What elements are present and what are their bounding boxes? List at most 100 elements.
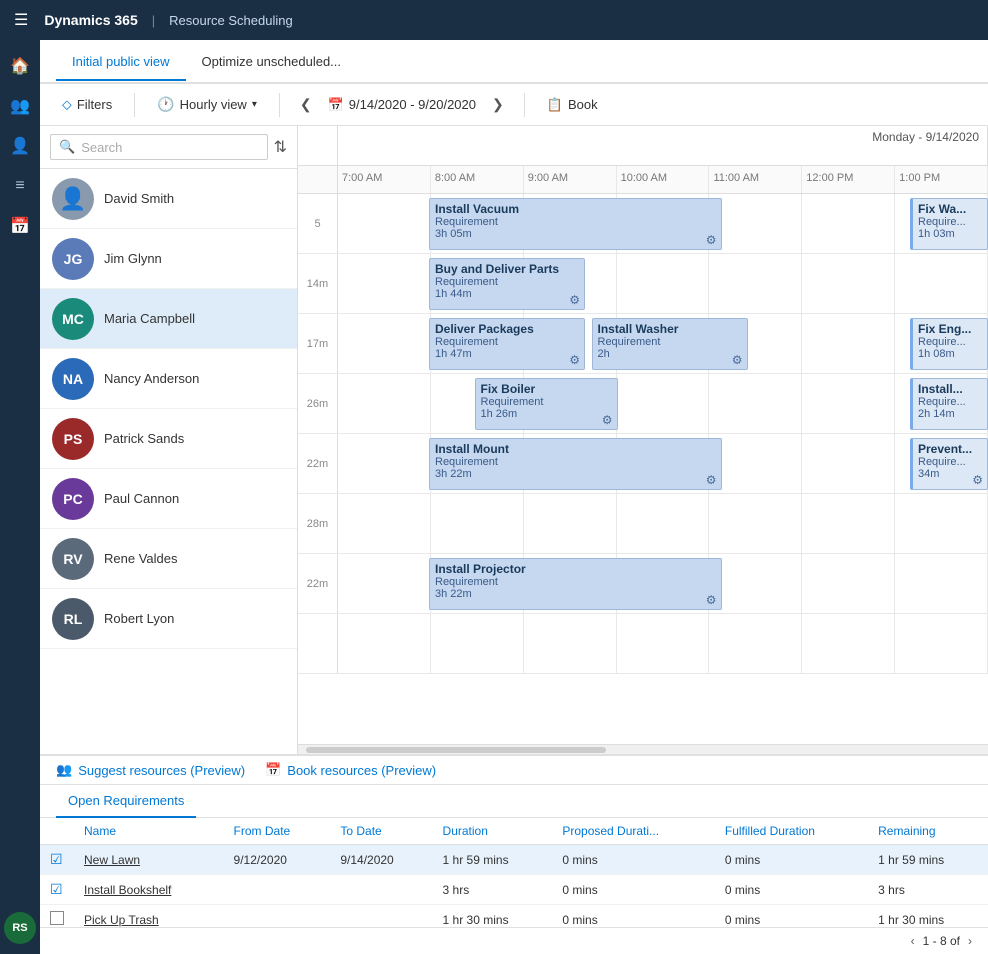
event-duration: 1h 26m <box>481 408 612 420</box>
time-slot-0: 7:00 AM <box>338 166 431 193</box>
col-remaining[interactable]: Remaining <box>868 818 988 845</box>
avatar-ds: 👤 <box>52 178 94 220</box>
resource-item-na[interactable]: NANancy Anderson <box>40 349 297 409</box>
resource-row-rv: 22mInstall ProjectorRequirement3h 22m⚙ <box>298 554 988 614</box>
time-slots-row: 7:00 AM8:00 AM9:00 AM10:00 AM11:00 AM12:… <box>298 166 988 194</box>
book-icon: 📋 <box>547 97 563 113</box>
pagination-next[interactable]: › <box>968 934 972 948</box>
resource-item-ds[interactable]: 👤David Smith <box>40 169 297 229</box>
event-block-6-0[interactable]: Install ProjectorRequirement3h 22m⚙ <box>429 558 722 610</box>
event-type: Requirement <box>435 216 716 228</box>
sidebar-home-icon[interactable]: 🏠 <box>2 48 38 84</box>
resource-item-mc[interactable]: MCMaria Campbell <box>40 289 297 349</box>
event-block-3-1[interactable]: Install...Require...2h 14m <box>910 378 988 430</box>
filters-button[interactable]: ⬦ Filters <box>56 92 118 117</box>
time-slot-2: 9:00 AM <box>524 166 617 193</box>
event-block-4-0[interactable]: Install MountRequirement3h 22m⚙ <box>429 438 722 490</box>
row-checkbox[interactable]: ☑ <box>40 845 74 875</box>
row-name[interactable]: New Lawn <box>74 845 224 875</box>
resource-item-ps[interactable]: PSPatrick Sands <box>40 409 297 469</box>
event-block-2-0[interactable]: Deliver PackagesRequirement1h 47m⚙ <box>429 318 585 370</box>
row-checkbox[interactable] <box>40 905 74 928</box>
suggest-resources-button[interactable]: 👥 Suggest resources (Preview) <box>56 762 245 778</box>
row-fromDate: 9/12/2020 <box>224 845 331 875</box>
tab-open-requirements[interactable]: Open Requirements <box>56 785 196 818</box>
book-label: Book <box>568 97 598 112</box>
time-slot-4: 11:00 AM <box>709 166 802 193</box>
resource-name-na: Nancy Anderson <box>104 371 199 386</box>
sidebar-list-icon[interactable]: ≡ <box>2 168 38 204</box>
date-nav: ❮ 📅 9/14/2020 - 9/20/2020 ❯ <box>296 93 508 117</box>
cell-pc-6 <box>895 494 988 553</box>
nav-separator: | <box>152 13 155 28</box>
date-range-label: 9/14/2020 - 9/20/2020 <box>349 97 476 112</box>
resource-item-rl[interactable]: RLRobert Lyon <box>40 589 297 649</box>
sidebar-calendar-icon[interactable]: 📅 <box>2 208 38 244</box>
scroll-thumb <box>306 747 606 753</box>
col-duration[interactable]: Duration <box>433 818 553 845</box>
book-button[interactable]: 📋 Book <box>541 93 604 117</box>
col-name[interactable]: Name <box>74 818 224 845</box>
resource-item-pc[interactable]: PCPaul Cannon <box>40 469 297 529</box>
event-duration: 1h 47m <box>435 348 579 360</box>
event-block-2-2[interactable]: Fix Eng...Require...1h 08m <box>910 318 988 370</box>
cell-ps-4 <box>709 434 802 493</box>
event-settings-icon: ⚙ <box>706 593 717 607</box>
resource-row-jg: 14mBuy and Deliver PartsRequirement1h 44… <box>298 254 988 314</box>
event-title: Deliver Packages <box>435 322 579 336</box>
top-nav: ☰ Dynamics 365 | Resource Scheduling <box>0 0 988 40</box>
prev-date-button[interactable]: ❮ <box>296 94 316 115</box>
event-title: Install Projector <box>435 562 716 576</box>
row-name[interactable]: Install Bookshelf <box>74 875 224 905</box>
time-slot-5: 12:00 PM <box>802 166 895 193</box>
event-block-0-0[interactable]: Install VacuumRequirement3h 05m⚙ <box>429 198 722 250</box>
pagination-text: 1 - 8 of <box>923 934 960 948</box>
row-duration: 3 hrs <box>433 875 553 905</box>
row-label-na: 26m <box>298 374 338 433</box>
event-block-4-1[interactable]: Prevent...Require...34m⚙ <box>910 438 988 490</box>
next-date-button[interactable]: ❯ <box>488 94 508 115</box>
tab-initial-public-view[interactable]: Initial public view <box>56 44 186 81</box>
main-content: Initial public view Optimize unscheduled… <box>40 40 988 954</box>
horizontal-scrollbar[interactable] <box>298 744 988 754</box>
hamburger-icon[interactable]: ☰ <box>10 6 32 34</box>
event-block-0-1[interactable]: Fix Wa...Require...1h 03m <box>910 198 988 250</box>
cell-na-4 <box>709 374 802 433</box>
hourly-view-button[interactable]: 🕐 Hourly view ▾ <box>151 92 263 117</box>
unchecked-icon <box>50 914 64 927</box>
resource-name-rv: Rene Valdes <box>104 551 177 566</box>
sidebar-users-icon[interactable]: 👥 <box>2 88 38 124</box>
sort-icon[interactable]: ⇅ <box>274 137 287 157</box>
schedule-area: 🔍 Search ⇅ 👤David SmithJGJim GlynnMCMari… <box>40 126 988 754</box>
book-resources-button[interactable]: 📅 Book resources (Preview) <box>265 762 436 778</box>
event-block-3-0[interactable]: Fix BoilerRequirement1h 26m⚙ <box>475 378 618 430</box>
resource-row-ps: 22m Install MountRequirement3h 22m⚙ Preven… <box>298 434 988 494</box>
date-range-button[interactable]: 📅 9/14/2020 - 9/20/2020 <box>322 93 482 117</box>
resource-row-na: 26m Fix BoilerRequirement1h 26m⚙ Install..… <box>298 374 988 434</box>
row-label-ps: 22m <box>298 434 338 493</box>
col-to-date[interactable]: To Date <box>330 818 432 845</box>
resource-item-jg[interactable]: JGJim Glynn <box>40 229 297 289</box>
event-duration: 1h 08m <box>918 348 982 360</box>
col-proposed-duration[interactable]: Proposed Durati... <box>552 818 715 845</box>
tab-optimize-unscheduled[interactable]: Optimize unscheduled... <box>186 44 357 81</box>
col-from-date[interactable]: From Date <box>224 818 331 845</box>
main-layout: 🏠 👥 👤 ≡ 📅 Initial public view Optimize u… <box>0 40 988 954</box>
event-block-2-1[interactable]: Install WasherRequirement2h⚙ <box>592 318 748 370</box>
row-name[interactable]: Pick Up Trash <box>74 905 224 928</box>
requirements-tabs: Open Requirements <box>40 785 988 818</box>
event-settings-icon: ⚙ <box>706 473 717 487</box>
col-fulfilled-duration[interactable]: Fulfilled Duration <box>715 818 868 845</box>
row-checkbox[interactable]: ☑ <box>40 875 74 905</box>
resource-item-rv[interactable]: RVRene Valdes <box>40 529 297 589</box>
cell-rl-3 <box>617 614 710 673</box>
sidebar-person-icon[interactable]: 👤 <box>2 128 38 164</box>
pagination-prev[interactable]: ‹ <box>911 934 915 948</box>
user-avatar[interactable]: RS <box>4 912 36 944</box>
clock-icon: 🕐 <box>157 96 174 113</box>
row-duration: 1 hr 30 mins <box>433 905 553 928</box>
resource-row-rl <box>298 614 988 674</box>
row-fromDate <box>224 905 331 928</box>
search-input[interactable]: 🔍 Search <box>50 134 268 160</box>
event-block-1-0[interactable]: Buy and Deliver PartsRequirement1h 44m⚙ <box>429 258 585 310</box>
